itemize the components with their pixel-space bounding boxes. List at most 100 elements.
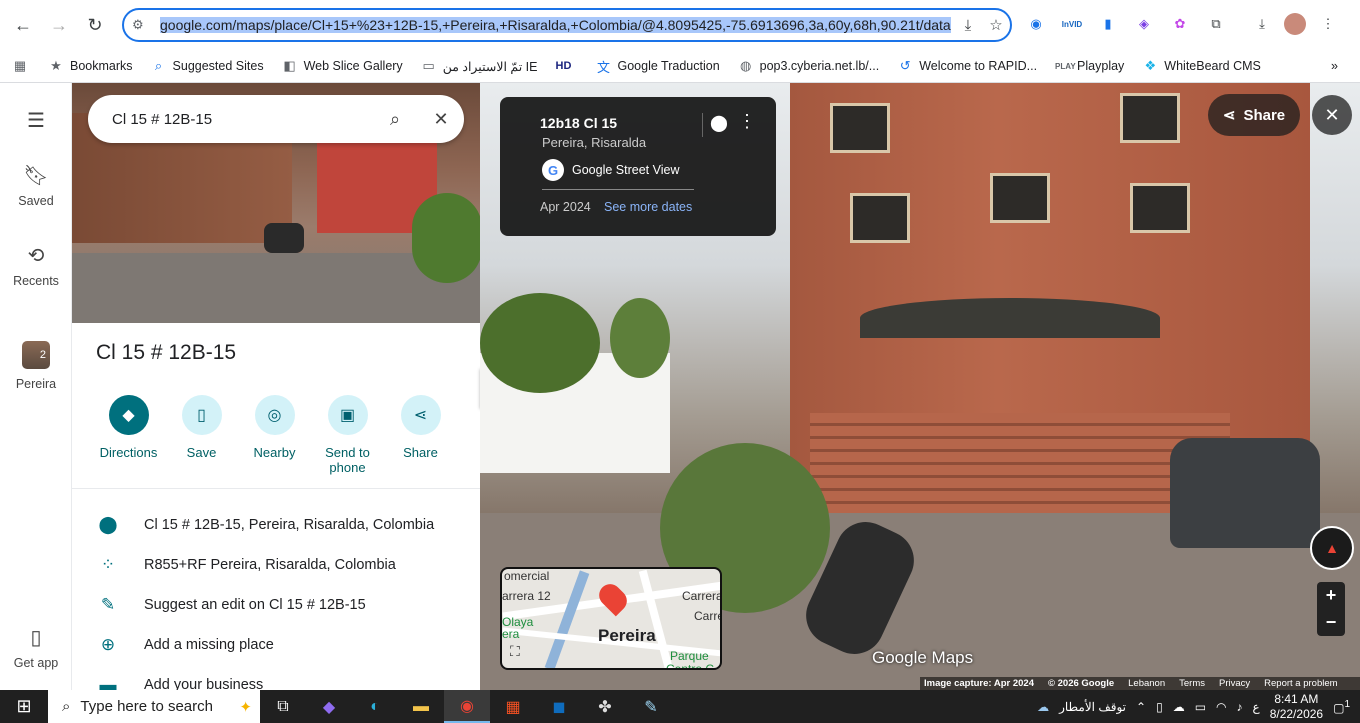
taskbar-search[interactable]: ⌕ Type here to search ✦ [48, 690, 260, 723]
card-subtitle: Pereira, Risaralda [542, 135, 647, 150]
url-text[interactable]: google.com/maps/place/Cl+15+%23+12B-15,+… [160, 17, 954, 33]
downloads-icon[interactable]: ⤓ [1248, 10, 1276, 38]
bookmark-item[interactable]: ❖ WhiteBeard CMS [1142, 58, 1260, 74]
browser-menu-icon[interactable]: ⋮ [1314, 10, 1342, 38]
notifications-icon[interactable]: ▢1 [1333, 699, 1350, 715]
share-button[interactable]: ⋖ Share [384, 395, 457, 475]
microsoft-store-icon[interactable]: ▦ [490, 690, 536, 723]
extensions-puzzle-icon[interactable]: ⧉ [1202, 10, 1230, 38]
mini-map[interactable]: omercial arrera 12 Carrera Carre Olaya e… [500, 567, 722, 670]
bookmark-item[interactable]: ◧ Web Slice Gallery [282, 58, 402, 74]
bookmark-item[interactable]: ◍ pop3.cyberia.net.lb/... [738, 58, 879, 74]
add-missing-place-text: Add a missing place [144, 637, 274, 653]
saved-button[interactable]: 🔖︎ Saved [0, 163, 72, 208]
bookmark-item[interactable]: 文 Google Traduction [596, 57, 720, 76]
audio-bars-extension-icon[interactable]: ▮ [1094, 10, 1122, 38]
save-label: Save [186, 445, 217, 460]
zoom-in-button[interactable]: + [1317, 582, 1345, 609]
bookmark-item[interactable]: ↺ Welcome to RAPID... [897, 58, 1037, 74]
get-app-button[interactable]: ▯ Get app [0, 625, 72, 670]
edge-icon[interactable]: ◐ [352, 690, 398, 723]
install-app-icon[interactable]: ⤓ [954, 11, 982, 39]
search-box[interactable]: Cl 15 # 12B-15 ⌕ ✕ [88, 95, 464, 143]
saved-label: Saved [18, 194, 54, 208]
recents-button[interactable]: ⟲ Recents [0, 243, 72, 288]
hd-icon: HD [555, 60, 572, 72]
bookmark-item[interactable]: ▭ تمّ الاستيراد من IE [421, 58, 538, 74]
bookmark-item[interactable]: PLAY Playplay [1055, 59, 1124, 73]
extensions-row: ◉ InVID ▮ ◈ ✿ ⧉ ⤓ ⋮ [1022, 10, 1342, 38]
bookmark-item[interactable]: ⌕ Suggested Sites [151, 58, 264, 74]
share-label: Share [1243, 106, 1286, 124]
street-view-share-button[interactable]: ⋖ Share [1208, 94, 1300, 136]
map-city-label: Pereira [598, 626, 656, 645]
menu-hamburger-icon[interactable]: ☰ [0, 108, 72, 139]
clock-date: 8/22/2026 [1269, 706, 1324, 721]
save-button[interactable]: ▯ Save [165, 395, 238, 475]
battery-icon[interactable]: ▭ [1195, 700, 1206, 714]
forward-arrow-icon[interactable]: → [41, 7, 77, 43]
directions-button[interactable]: ◆ Directions [92, 395, 165, 475]
suggest-edit-row[interactable]: ✎ Suggest an edit on Cl 15 # 12B-15 [72, 595, 480, 615]
compass-icon[interactable]: ▲ [1310, 526, 1354, 570]
privacy-link[interactable]: Privacy [1219, 678, 1250, 689]
profile-avatar[interactable] [1284, 13, 1306, 35]
search-icon[interactable]: ⌕ [372, 109, 418, 130]
bookmark-item[interactable]: ★ Bookmarks [48, 58, 132, 74]
recent-place-pereira[interactable]: 2 Pereira [0, 341, 72, 391]
back-arrow-icon[interactable]: ← [5, 7, 41, 43]
location-pin-icon[interactable]: ⬤ [710, 113, 728, 133]
address-row[interactable]: ⬤ Cl 15 # 12B-15, Pereira, Risaralda, Col… [72, 515, 480, 535]
map-label: omercial [504, 569, 550, 583]
site-info-icon[interactable]: ⚙ [132, 17, 152, 33]
reload-icon[interactable]: ↻ [77, 7, 113, 43]
copilot-icon[interactable]: ◆ [306, 690, 352, 723]
onedrive-icon[interactable]: ☁ [1173, 700, 1185, 714]
volume-icon[interactable]: ♪ [1237, 700, 1243, 714]
close-icon[interactable]: ✕ [418, 109, 464, 130]
globe-icon: ◍ [739, 58, 752, 73]
task-view-icon[interactable]: ⧉ [260, 690, 306, 723]
weather-text[interactable]: توقف الأمطار [1059, 700, 1126, 714]
zoom-out-button[interactable]: − [1317, 609, 1345, 636]
see-more-dates-link[interactable]: See more dates [604, 200, 692, 214]
add-missing-place-row[interactable]: ⊕ Add a missing place [72, 635, 480, 655]
invid-extension-icon[interactable]: InVID [1058, 10, 1086, 38]
file-explorer-icon[interactable]: ▬ [398, 690, 444, 723]
language-indicator[interactable]: ع [1253, 700, 1260, 714]
chrome-icon[interactable]: ◉ [444, 690, 490, 723]
clock[interactable]: 8:41 AM 8/22/2026 [1270, 692, 1323, 722]
bookmark-item[interactable]: HD [556, 60, 578, 72]
windows-start-icon[interactable]: ⊞ [0, 696, 48, 717]
nearby-button[interactable]: ◎ Nearby [238, 395, 311, 475]
region-link[interactable]: Lebanon [1128, 678, 1165, 689]
wifi-icon[interactable]: ◠ [1216, 700, 1226, 714]
address-bar[interactable]: ⚙ google.com/maps/place/Cl+15+%23+12B-15… [122, 8, 1012, 42]
plus-code-row[interactable]: ⁘ R855+RF Pereira, Risaralda, Colombia [72, 555, 480, 575]
more-options-icon[interactable]: ⋮ [738, 111, 756, 132]
expand-map-icon[interactable]: ⛶ [510, 643, 520, 660]
apps-grid-icon[interactable]: ▦ [12, 58, 28, 74]
report-problem-link[interactable]: Report a problem [1264, 678, 1337, 689]
bookmark-icon: ▯ [181, 395, 222, 435]
extension-flower-icon[interactable]: ✿ [1166, 10, 1194, 38]
search-input[interactable]: Cl 15 # 12B-15 [112, 111, 372, 128]
outlook-icon[interactable]: ◼ [536, 690, 582, 723]
whitebeard-icon: ❖ [1144, 58, 1157, 73]
street-view-info-card: 12b18 Cl 15 Pereira, Risaralda ⬤ ⋮ G Goog… [500, 97, 776, 236]
extension-circle-icon[interactable]: ◉ [1022, 10, 1050, 38]
add-business-row[interactable]: ▬ Add your business [72, 675, 480, 690]
plus-code-icon: ⁘ [100, 555, 116, 574]
tray-device-icon[interactable]: ▯ [1156, 700, 1163, 714]
paint-icon[interactable]: ✎ [628, 690, 674, 723]
terms-link[interactable]: Terms [1179, 678, 1205, 689]
extension-purple-icon[interactable]: ◈ [1130, 10, 1158, 38]
app-icon[interactable]: ✤ [582, 690, 628, 723]
more-bookmarks-chevron-icon[interactable]: » [1331, 59, 1338, 73]
weather-icon[interactable]: ☁ [1037, 700, 1049, 714]
bookmark-star-icon[interactable]: ☆ [982, 11, 1010, 39]
send-to-phone-button[interactable]: ▣ Send to phone [311, 395, 384, 475]
share-icon: ⋖ [400, 395, 441, 435]
chevron-up-icon[interactable]: ⌃ [1136, 700, 1146, 714]
close-street-view-button[interactable]: ✕ [1312, 95, 1352, 135]
